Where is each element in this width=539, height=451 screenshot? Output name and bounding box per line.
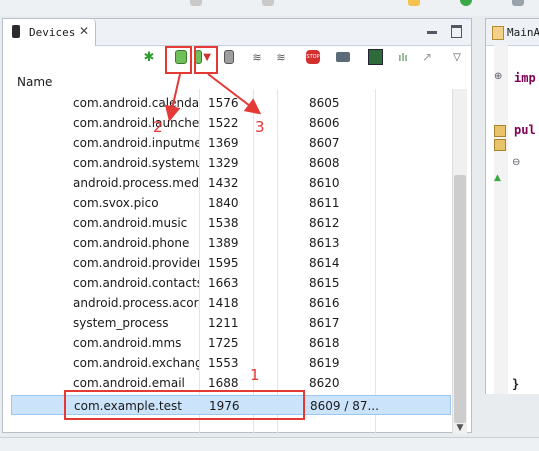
annotation-arrows — [164, 73, 262, 122]
bottom-status-strip — [0, 437, 539, 451]
editor-code-line[interactable]: pul — [514, 123, 536, 137]
annotation-number-1: 1 — [250, 366, 260, 384]
java-file-icon — [492, 26, 504, 40]
implements-marker-icon: ▲ — [494, 173, 501, 183]
annotation-number-3: 3 — [255, 118, 265, 136]
expand-icon[interactable]: ⊕ — [494, 71, 502, 82]
annotation-arrow — [207, 73, 262, 115]
annotation-arrow — [164, 73, 181, 122]
editor-code-line[interactable]: imp — [514, 71, 536, 85]
override-marker-icon — [494, 139, 506, 151]
override-marker-icon — [494, 125, 506, 137]
editor-code-line[interactable]: } — [512, 377, 519, 391]
annotation-number-2: 2 — [153, 118, 163, 136]
collapse-icon[interactable]: ⊖ — [512, 157, 520, 168]
editor-tab-label: MainA — [507, 26, 539, 39]
editor-panel: MainA ⊕ ▲ ⊖ imp pul } — [485, 18, 539, 394]
tab-mainactivity[interactable]: MainA — [486, 19, 539, 46]
editor-gutter: ⊕ ▲ — [494, 45, 508, 394]
